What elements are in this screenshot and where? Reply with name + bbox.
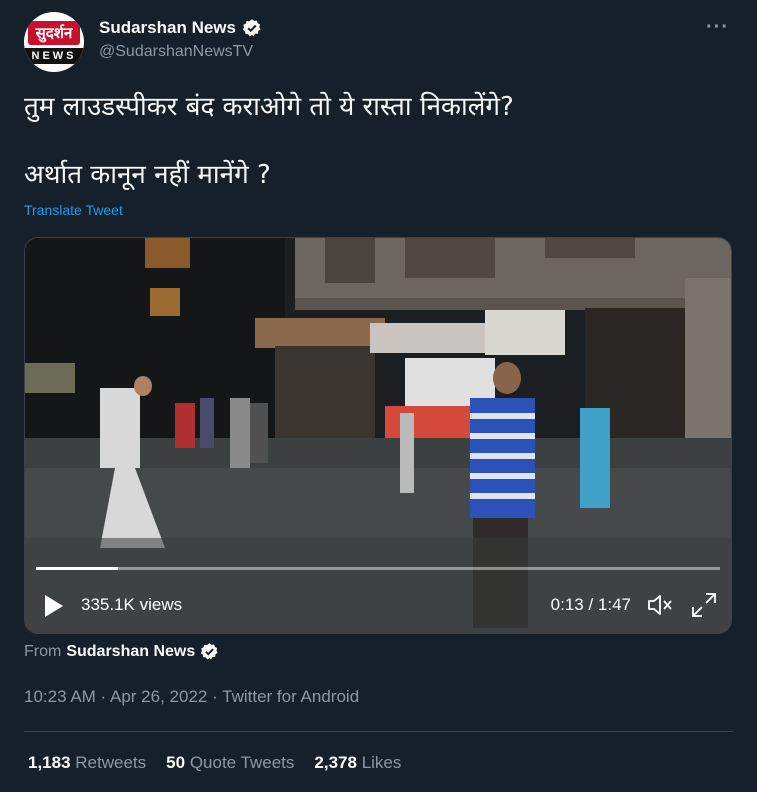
video-progress-fill [36, 567, 119, 570]
view-count: 335.1K views [81, 595, 183, 614]
verified-badge-icon [201, 643, 218, 660]
quote-tweets-label: Quote Tweets [189, 753, 295, 772]
tweet-line-1: तुम लाउडस्पीकर बंद कराओगे तो ये रास्ता न… [24, 92, 514, 122]
video-source-prefix: From [24, 642, 62, 660]
author-handle[interactable]: @SudarshanNewsTV [99, 43, 253, 61]
likes-count: 2,378 [314, 753, 357, 772]
mute-icon[interactable] [645, 590, 675, 620]
author-name-row: Sudarshan News [99, 18, 262, 38]
tweet-line-2: अर्थात कानून नहीं मानेंगे ? [24, 160, 271, 190]
tweet-text: तुम लाउडस्पीकर बंद कराओगे तो ये रास्ता न… [24, 88, 724, 194]
retweets-count: 1,183 [28, 753, 71, 772]
video-frame [25, 238, 731, 633]
retweets-label: Retweets [75, 753, 147, 772]
quote-tweets-stat[interactable]: 50 Quote Tweets [166, 753, 294, 773]
likes-stat[interactable]: 2,378 Likes [314, 753, 401, 773]
video-time: 0:13 / 1:47 [550, 595, 631, 614]
retweets-stat[interactable]: 1,183 Retweets [28, 753, 146, 773]
likes-label: Likes [361, 753, 402, 772]
video-player[interactable]: 335.1K views 0:13 / 1:47 [24, 237, 732, 634]
tweet-stats: 1,183 Retweets 50 Quote Tweets 2,378 Lik… [28, 753, 401, 773]
avatar-logo-text: सुदर्शन [28, 21, 80, 45]
avatar[interactable]: सुदर्शन NEWS [24, 12, 84, 72]
video-source-name[interactable]: Sudarshan News [66, 643, 195, 661]
more-options-icon[interactable]: ··· [706, 16, 729, 39]
tweet-timestamp[interactable]: 10:23 AM · Apr 26, 2022 · Twitter for An… [24, 687, 359, 707]
play-icon[interactable] [43, 594, 65, 618]
tweet-header: सुदर्शन NEWS Sudarshan News @SudarshanNe… [24, 12, 737, 72]
quote-tweets-count: 50 [166, 753, 186, 772]
author-name[interactable]: Sudarshan News [99, 18, 236, 38]
fullscreen-icon[interactable] [689, 590, 719, 620]
avatar-logo-subtext: NEWS [24, 48, 84, 64]
video-progress-bar[interactable] [36, 567, 720, 570]
video-source: From Sudarshan News [24, 642, 219, 661]
verified-badge-icon [242, 19, 261, 37]
divider [24, 731, 733, 732]
translate-tweet-link[interactable]: Translate Tweet [24, 202, 123, 218]
